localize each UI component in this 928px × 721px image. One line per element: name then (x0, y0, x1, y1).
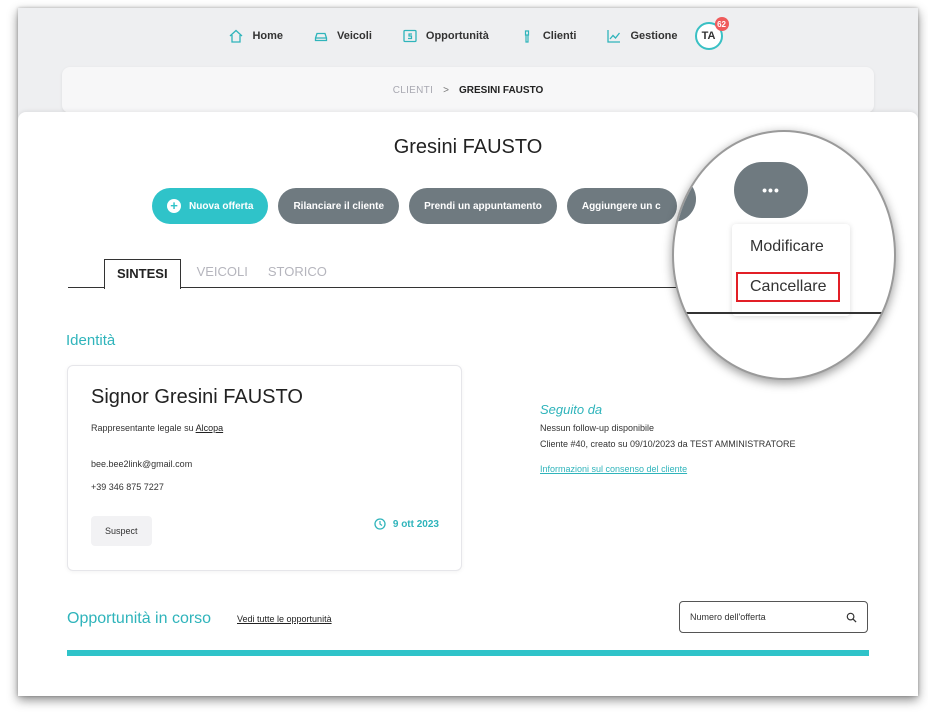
more-dots-icon: ••• (762, 182, 780, 198)
nav-item-management[interactable]: Gestione (606, 28, 678, 44)
zoomed-add-button[interactable] (674, 176, 696, 222)
more-options-menu: Modificare Cancellare (732, 224, 850, 316)
add-button[interactable]: Aggiungere un c (566, 188, 677, 224)
notification-badge: 62 (714, 17, 729, 31)
creation-date-text: 9 ott 2023 (392, 518, 439, 530)
tab-history[interactable]: STORICO (258, 264, 337, 287)
opportunities-title: Opportunità in corso (67, 610, 212, 627)
nav-item-home[interactable]: Home (228, 28, 283, 44)
menu-item-edit[interactable]: Modificare (750, 238, 824, 256)
followup-empty-text: Nessun follow-up disponibile (540, 423, 655, 433)
new-offer-button[interactable]: + Nuova offerta (152, 188, 269, 224)
identity-card: Signor Gresini FAUSTO Rappresentante leg… (67, 365, 462, 571)
breadcrumb: CLIENTI > GRESINI FAUSTO (62, 67, 874, 113)
company-link[interactable]: Alcopa (196, 423, 224, 433)
search-icon (846, 612, 857, 623)
creation-date: 9 ott 2023 (374, 518, 439, 530)
legal-representative: Rappresentante legale su Alcopa (91, 423, 223, 433)
action-buttons: + Nuova offerta Rilanciare il cliente Pr… (152, 188, 687, 224)
breadcrumb-current: GRESINI FAUSTO (459, 84, 544, 96)
zoomed-tab-divider (674, 312, 894, 314)
offer-number-search[interactable]: Numero dell'offerta (679, 601, 868, 633)
legal-rep-prefix: Rappresentante legale su (91, 423, 194, 433)
chart-icon (607, 30, 621, 43)
app-window: Home Veicoli Opportunità Clienti Gestion… (18, 8, 918, 696)
add-label: Aggiungere un c (581, 200, 661, 212)
tab-vehicles[interactable]: VEICOLI (187, 264, 258, 287)
followup-title: Seguito da (540, 402, 603, 417)
appointment-label: Prendi un appuntamento (424, 200, 542, 212)
creator-name: TEST AMMINISTRATORE (689, 439, 796, 449)
nav-item-label: Veicoli (337, 30, 372, 42)
top-navigation: Home Veicoli Opportunità Clienti Gestion… (18, 17, 918, 52)
clock-icon (374, 518, 386, 530)
avatar[interactable]: TA 62 (694, 17, 729, 50)
status-badge: Suspect (91, 516, 152, 546)
relaunch-label: Rilanciare il cliente (293, 200, 385, 212)
tab-bar: SINTESI VEICOLI STORICO (68, 258, 728, 289)
breadcrumb-parent[interactable]: CLIENTI (393, 85, 433, 96)
car-icon (314, 32, 328, 42)
client-info-text: Cliente #40, creato su 09/10/2023 da TES… (540, 439, 795, 449)
identity-section-title: Identità (66, 332, 116, 349)
more-options-button[interactable]: ••• (734, 162, 808, 218)
person-name: Signor Gresini FAUSTO (91, 386, 303, 408)
menu-item-delete[interactable]: Cancellare (736, 272, 841, 302)
nav-item-clients[interactable]: Clienti (519, 28, 577, 44)
followup-section: Seguito da Nessun follow-up disponibile … (540, 402, 795, 477)
avatar-initials: TA (701, 30, 716, 42)
phone-number: +39 346 875 7227 (91, 482, 164, 492)
consent-info-link[interactable]: Informazioni sul consenso del cliente (540, 464, 687, 474)
new-offer-label: Nuova offerta (189, 200, 254, 212)
zoom-magnifier: ••• Modificare Cancellare (672, 130, 896, 380)
relaunch-client-button[interactable]: Rilanciare il cliente (278, 188, 400, 224)
opportunities-divider (67, 650, 869, 656)
nav-item-label: Clienti (542, 30, 577, 42)
tab-summary[interactable]: SINTESI (104, 258, 181, 289)
email-address: bee.bee2link@gmail.com (91, 459, 193, 469)
nav-item-vehicles[interactable]: Veicoli (313, 28, 372, 44)
chevron-right-icon: > (443, 84, 449, 96)
nav-item-opportunities[interactable]: Opportunità (402, 28, 489, 44)
offer-search-placeholder: Numero dell'offerta (690, 612, 766, 622)
plus-circle-icon: + (167, 199, 181, 213)
client-info: Cliente #40, creato su 09/10/2023 da (540, 439, 688, 449)
nav-item-label: Home (252, 30, 284, 42)
person-icon (524, 30, 529, 43)
nav-item-label: Opportunità (425, 30, 489, 42)
opportunity-icon (403, 29, 417, 43)
nav-item-label: Gestione (630, 30, 678, 42)
appointment-button[interactable]: Prendi un appuntamento (409, 188, 557, 224)
home-icon (230, 29, 243, 43)
see-all-opportunities-link[interactable]: Vedi tutte le opportunità (237, 614, 332, 624)
